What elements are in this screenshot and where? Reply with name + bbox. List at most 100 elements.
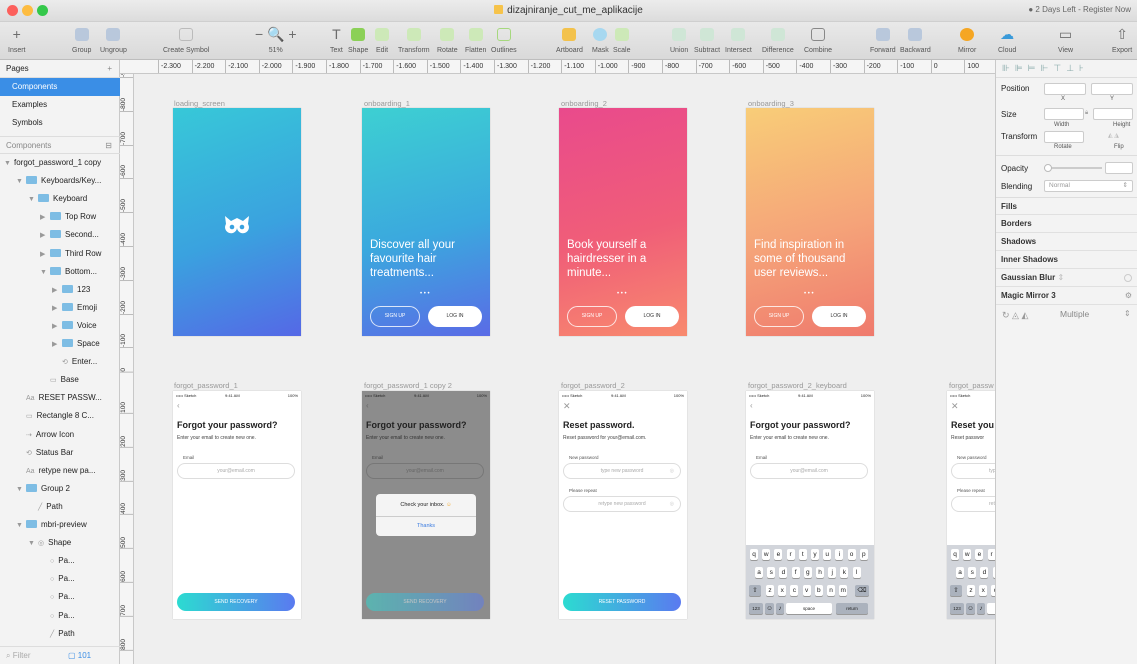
- keyboard-key[interactable]: w: [963, 549, 972, 560]
- keyboard-key[interactable]: l: [852, 567, 861, 578]
- keyboard-key[interactable]: o: [847, 549, 856, 560]
- transform-button[interactable]: Transform: [398, 25, 430, 54]
- send-recovery-button[interactable]: SEND RECOVERY: [366, 593, 484, 611]
- layer-item[interactable]: ▶ Top Row: [0, 208, 120, 226]
- artboard-forgot-password-1-copy[interactable]: ••••• Sketch 9:41 AM 100% ‹ Forgot your pa…: [362, 391, 490, 619]
- filter-count[interactable]: ▢ 101: [68, 647, 91, 664]
- insert-button[interactable]: + Insert: [8, 25, 26, 54]
- subtract-button[interactable]: Subtract: [694, 25, 720, 54]
- artboard-label-onboarding-3[interactable]: onboarding_3: [748, 99, 794, 108]
- new-password-field[interactable]: type new password ◎: [563, 463, 681, 479]
- layer-item[interactable]: ⟲ Enter...: [0, 353, 120, 371]
- keyboard-key[interactable]: m: [839, 585, 848, 596]
- y-input[interactable]: [1091, 83, 1133, 95]
- emoji-key-icon[interactable]: ☺: [966, 603, 975, 614]
- blur-toggle[interactable]: [1124, 274, 1132, 282]
- magic-mirror-section[interactable]: Magic Mirror 3 ⚙: [996, 287, 1137, 305]
- edit-button[interactable]: Edit: [375, 25, 389, 54]
- opacity-input[interactable]: [1105, 162, 1133, 174]
- layer-item[interactable]: ▼ Group 2: [0, 480, 120, 498]
- layer-item[interactable]: ▭ Rectangle 8 C...: [0, 407, 120, 425]
- keyboard-key-ret[interactable]: return: [836, 603, 868, 614]
- artboard-label-forgot-password-2[interactable]: forgot_password_2: [561, 381, 625, 390]
- send-recovery-button[interactable]: SEND RECOVERY: [177, 593, 295, 611]
- keyboard-key[interactable]: t: [798, 549, 807, 560]
- page-item-symbols[interactable]: Symbols: [0, 114, 120, 132]
- alignment-toolbar[interactable]: ⊪⊫⊨⊩⊤⊥⊦: [996, 60, 1137, 78]
- keyboard-key[interactable]: r: [987, 549, 995, 560]
- layer-item[interactable]: ▶ Emoji: [0, 299, 120, 317]
- keyboard-key[interactable]: a: [956, 567, 964, 578]
- disclosure-triangle-icon[interactable]: ▼: [4, 155, 14, 172]
- keyboard-key[interactable]: x: [778, 585, 787, 596]
- email-field[interactable]: your@email.com: [366, 463, 484, 479]
- keyboard-key[interactable]: i: [835, 549, 844, 560]
- gear-icon[interactable]: ⚙: [1125, 287, 1132, 305]
- keyboard-key[interactable]: z: [766, 585, 774, 596]
- export-button[interactable]: ⇧ Export: [1112, 25, 1132, 55]
- disclosure-triangle-icon[interactable]: ▶: [40, 209, 50, 226]
- keyboard-key[interactable]: a: [755, 567, 763, 578]
- layer-item[interactable]: ╱ Path: [0, 498, 120, 516]
- disclosure-triangle-icon[interactable]: ▼: [40, 264, 50, 281]
- artboard-onboarding-3[interactable]: Find inspiration in some of thousand use…: [746, 108, 874, 336]
- artboard-onboarding-2[interactable]: Book yourself a hairdresser in a minute.…: [559, 108, 687, 336]
- shift-key-icon[interactable]: ⇧: [950, 585, 962, 596]
- artboard-label-forgot-password-1[interactable]: forgot_password_1: [174, 381, 238, 390]
- layer-item[interactable]: ▭ Base: [0, 371, 120, 389]
- mirror-multiple[interactable]: Multiple: [1060, 309, 1089, 319]
- thanks-button[interactable]: Thanks: [376, 516, 476, 535]
- artboard-forgot-password-3[interactable]: ••••• Sketch ✕ Reset you Reset passwor N…: [947, 391, 995, 619]
- opacity-slider[interactable]: [1044, 164, 1102, 172]
- keyboard-key[interactable]: q: [750, 549, 758, 560]
- delete-key-icon[interactable]: ⌫: [855, 585, 869, 596]
- keyboard-key[interactable]: n: [827, 585, 835, 596]
- rotate-button[interactable]: Rotate: [437, 25, 458, 54]
- layer-item[interactable]: Aa RESET PASSW...: [0, 389, 120, 407]
- disclosure-triangle-icon[interactable]: ▶: [40, 227, 50, 244]
- artboard-label-forgot-password-3[interactable]: forgot_passw: [949, 381, 994, 390]
- layer-item[interactable]: ▶ Space: [0, 335, 120, 353]
- lock-icon[interactable]: 🔒︎: [1085, 110, 1088, 117]
- artboard-loading-screen[interactable]: [173, 108, 301, 336]
- create-symbol-button[interactable]: Create Symbol: [163, 25, 209, 54]
- disclosure-triangle-icon[interactable]: ▼: [28, 535, 38, 552]
- disclosure-triangle-icon[interactable]: ▶: [52, 318, 62, 335]
- layer-item[interactable]: ▶ 123: [0, 281, 120, 299]
- scale-button[interactable]: Scale: [613, 25, 631, 54]
- keyboard-key[interactable]: e: [774, 549, 783, 560]
- layer-item[interactable]: ○ Pa...: [0, 607, 120, 625]
- signup-button[interactable]: SIGN UP: [370, 306, 420, 327]
- artboard-label-forgot-password-1-copy[interactable]: forgot_password_1 copy 2: [364, 381, 452, 390]
- keyboard-key-num[interactable]: 123: [950, 603, 964, 614]
- keyboard-key-space[interactable]: space: [786, 603, 832, 614]
- eye-icon[interactable]: ◎: [670, 464, 674, 478]
- artboard-label-onboarding-1[interactable]: onboarding_1: [364, 99, 410, 108]
- collapse-icon[interactable]: ⊟: [105, 137, 112, 153]
- intersect-button[interactable]: Intersect: [725, 25, 752, 54]
- keyboard-key-space[interactable]: space: [987, 603, 995, 614]
- email-field[interactable]: your@email.com: [177, 463, 295, 479]
- keyboard-key[interactable]: u: [823, 549, 832, 560]
- filter-input[interactable]: Filter: [13, 651, 31, 660]
- mirror-button[interactable]: Mirror: [958, 25, 976, 54]
- keyboard-key[interactable]: c: [790, 585, 799, 596]
- keyboard-key[interactable]: s: [767, 567, 776, 578]
- keyboard-key[interactable]: f: [791, 567, 800, 578]
- layer-item[interactable]: ▼ Keyboard: [0, 190, 120, 208]
- keyboard-key[interactable]: k: [840, 567, 849, 578]
- add-page-icon[interactable]: +: [107, 60, 112, 77]
- height-input[interactable]: [1093, 108, 1133, 120]
- layer-item[interactable]: ▼ ◎ Shape: [0, 534, 120, 552]
- view-button[interactable]: ▭ View: [1058, 25, 1073, 55]
- keyboard-key[interactable]: d: [980, 567, 989, 578]
- backward-button[interactable]: Backward: [900, 25, 931, 54]
- login-button[interactable]: LOG IN: [428, 306, 482, 327]
- back-arrow-icon[interactable]: ‹: [177, 401, 180, 410]
- cloud-button[interactable]: ☁ Cloud: [998, 25, 1016, 55]
- shadows-section[interactable]: Shadows: [996, 233, 1137, 251]
- artboard-button[interactable]: Artboard: [556, 25, 583, 54]
- keyboard-key[interactable]: g: [803, 567, 812, 578]
- microphone-key-icon[interactable]: ♪: [776, 603, 784, 614]
- zoom-control[interactable]: − 🔍 + 51%: [255, 25, 297, 55]
